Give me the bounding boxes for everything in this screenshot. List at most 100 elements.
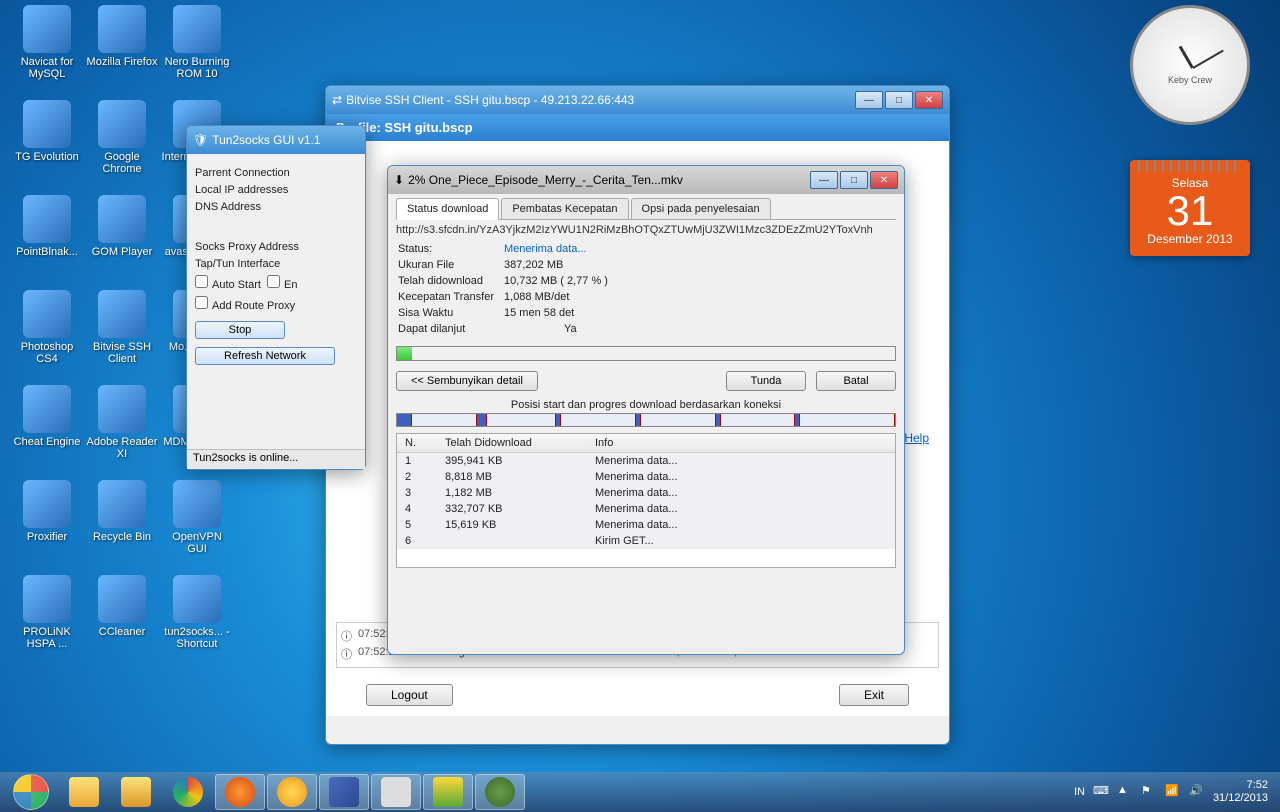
close-button[interactable]: ✕ (870, 171, 898, 189)
taskbar-tun2socks[interactable] (423, 774, 473, 810)
desktop-icon[interactable]: Nero Burning ROM 10 (160, 5, 234, 81)
label-dns: DNS Address (195, 201, 357, 213)
icon-label: Cheat Engine (10, 435, 84, 449)
exit-button[interactable]: Exit (839, 684, 909, 706)
calendar-date: 31 (1130, 190, 1250, 232)
tray-volume-icon[interactable]: 🔊 (1189, 784, 1205, 800)
tray-flag-icon[interactable]: ⚑ (1141, 784, 1157, 800)
icon-label: Bitvise SSH Client (85, 340, 159, 366)
idm-tabs: Status download Pembatas Kecepatan Opsi … (396, 198, 896, 220)
refresh-button[interactable]: Refresh Network (195, 347, 335, 365)
help-link[interactable]: Help (904, 431, 929, 445)
taskbar-firefox[interactable] (215, 774, 265, 810)
tray-network-icon[interactable]: 📶 (1165, 784, 1181, 800)
routeproxy-checkbox[interactable] (195, 296, 208, 309)
desktop-icon[interactable]: Cheat Engine (10, 385, 84, 449)
tab-limit[interactable]: Pembatas Kecepatan (501, 198, 628, 219)
taskbar-bitvise[interactable] (371, 774, 421, 810)
app-icon (23, 575, 71, 623)
en-checkbox[interactable] (267, 275, 280, 288)
tray-up-icon[interactable]: ▲ (1117, 784, 1133, 800)
app-icon (23, 290, 71, 338)
idm-icon: ⬇ (394, 173, 404, 187)
app-icon: ⇄ (332, 93, 342, 107)
label-parrent: Parrent Connection (195, 167, 357, 179)
desktop-icon[interactable]: Navicat for MySQL (10, 5, 84, 81)
tray-lang[interactable]: IN (1074, 786, 1085, 798)
calendar-month: Desember 2013 (1130, 232, 1250, 246)
taskbar: IN ⌨ ▲ ⚑ 📶 🔊 7:5231/12/2013 (0, 772, 1280, 812)
table-row[interactable]: 6Kirim GET... (397, 533, 895, 549)
taskbar-3g[interactable] (319, 774, 369, 810)
tab-status[interactable]: Status download (396, 198, 499, 220)
desktop-icon[interactable]: CCleaner (85, 575, 159, 639)
tray-time[interactable]: 7:52 (1213, 779, 1268, 792)
system-tray[interactable]: IN ⌨ ▲ ⚑ 📶 🔊 7:5231/12/2013 (1074, 779, 1276, 805)
icon-label: CCleaner (85, 625, 159, 639)
desktop-icon[interactable]: PointBlnak... (10, 195, 84, 259)
desktop-icon[interactable]: Photoshop CS4 (10, 290, 84, 366)
autostart-checkbox[interactable] (195, 275, 208, 288)
close-button[interactable]: ✕ (915, 91, 943, 109)
hide-detail-button[interactable]: << Sembunyikan detail (396, 371, 538, 391)
taskbar-folder[interactable] (111, 774, 161, 810)
desktop-icon[interactable]: Bitvise SSH Client (85, 290, 159, 366)
icon-label: Mozilla Firefox (85, 55, 159, 69)
clock-gadget[interactable]: Keby Crew (1130, 5, 1250, 125)
shield-icon: 🛡 (193, 133, 208, 147)
desktop-icon[interactable]: Mozilla Firefox (85, 5, 159, 69)
table-row[interactable]: 31,182 MBMenerima data... (397, 485, 895, 501)
tun2socks-titlebar[interactable]: 🛡 Tun2socks GUI v1.1 (187, 126, 365, 154)
pause-button[interactable]: Tunda (726, 371, 806, 391)
desktop-icon[interactable]: GOM Player (85, 195, 159, 259)
icon-label: Google Chrome (85, 150, 159, 176)
maximize-button[interactable]: □ (840, 171, 868, 189)
desktop-icon[interactable]: Google Chrome (85, 100, 159, 176)
tray-date[interactable]: 31/12/2013 (1213, 792, 1268, 805)
app-icon (23, 385, 71, 433)
start-button[interactable] (4, 773, 58, 811)
segments-bar (396, 413, 896, 427)
taskbar-explorer[interactable] (59, 774, 109, 810)
icon-label: Nero Burning ROM 10 (160, 55, 234, 81)
logout-button[interactable]: Logout (366, 684, 453, 706)
desktop-icon[interactable]: Proxifier (10, 480, 84, 544)
app-icon (173, 480, 221, 528)
bitvise-titlebar[interactable]: ⇄ Bitvise SSH Client - SSH gitu.bscp - 4… (326, 86, 949, 114)
table-row[interactable]: 515,619 KBMenerima data... (397, 517, 895, 533)
app-icon (98, 100, 146, 148)
minimize-button[interactable]: ― (855, 91, 883, 109)
taskbar-gom[interactable] (267, 774, 317, 810)
tab-options[interactable]: Opsi pada penyelesaian (631, 198, 771, 219)
app-icon (173, 575, 221, 623)
table-row[interactable]: 4332,707 KBMenerima data... (397, 501, 895, 517)
maximize-button[interactable]: □ (885, 91, 913, 109)
stats-table: Status:Menerima data... Ukuran File387,2… (396, 240, 618, 338)
idm-titlebar[interactable]: ⬇ 2% One_Piece_Episode_Merry_-_Cerita_Te… (388, 166, 904, 194)
taskbar-chrome[interactable] (163, 774, 213, 810)
profile-bar: Profile: SSH gitu.bscp (326, 114, 949, 141)
icon-label: tun2socks... - Shortcut (160, 625, 234, 651)
download-url: http://s3.sfcdn.in/YzA3YjkzM2IzYWU1N2RiM… (396, 224, 896, 236)
calendar-gadget[interactable]: Selasa 31 Desember 2013 (1130, 160, 1250, 256)
idm-title: 2% One_Piece_Episode_Merry_-_Cerita_Ten.… (408, 173, 810, 187)
taskbar-idm[interactable] (475, 774, 525, 810)
desktop-icon[interactable]: OpenVPN GUI (160, 480, 234, 556)
desktop-icon[interactable]: Adobe Reader XI (85, 385, 159, 461)
table-row[interactable]: 1395,941 KBMenerima data... (397, 453, 895, 470)
desktop-icon[interactable]: Recycle Bin (85, 480, 159, 544)
app-icon (98, 385, 146, 433)
stop-button[interactable]: Stop (195, 321, 285, 339)
desktop-icon[interactable]: TG Evolution (10, 100, 84, 164)
connections-table[interactable]: N.Telah DidownloadInfo 1395,941 KBMeneri… (396, 433, 896, 568)
table-row[interactable]: 28,818 MBMenerima data... (397, 469, 895, 485)
tray-keyboard-icon[interactable]: ⌨ (1093, 784, 1109, 800)
tun2socks-window: 🛡 Tun2socks GUI v1.1 Parrent Connection … (186, 125, 366, 470)
icon-label: Photoshop CS4 (10, 340, 84, 366)
app-icon (98, 5, 146, 53)
desktop-icon[interactable]: PROLiNK HSPA ... (10, 575, 84, 651)
bitvise-title: Bitvise SSH Client - SSH gitu.bscp - 49.… (346, 93, 855, 107)
minimize-button[interactable]: ― (810, 171, 838, 189)
cancel-button[interactable]: Batal (816, 371, 896, 391)
desktop-icon[interactable]: tun2socks... - Shortcut (160, 575, 234, 651)
